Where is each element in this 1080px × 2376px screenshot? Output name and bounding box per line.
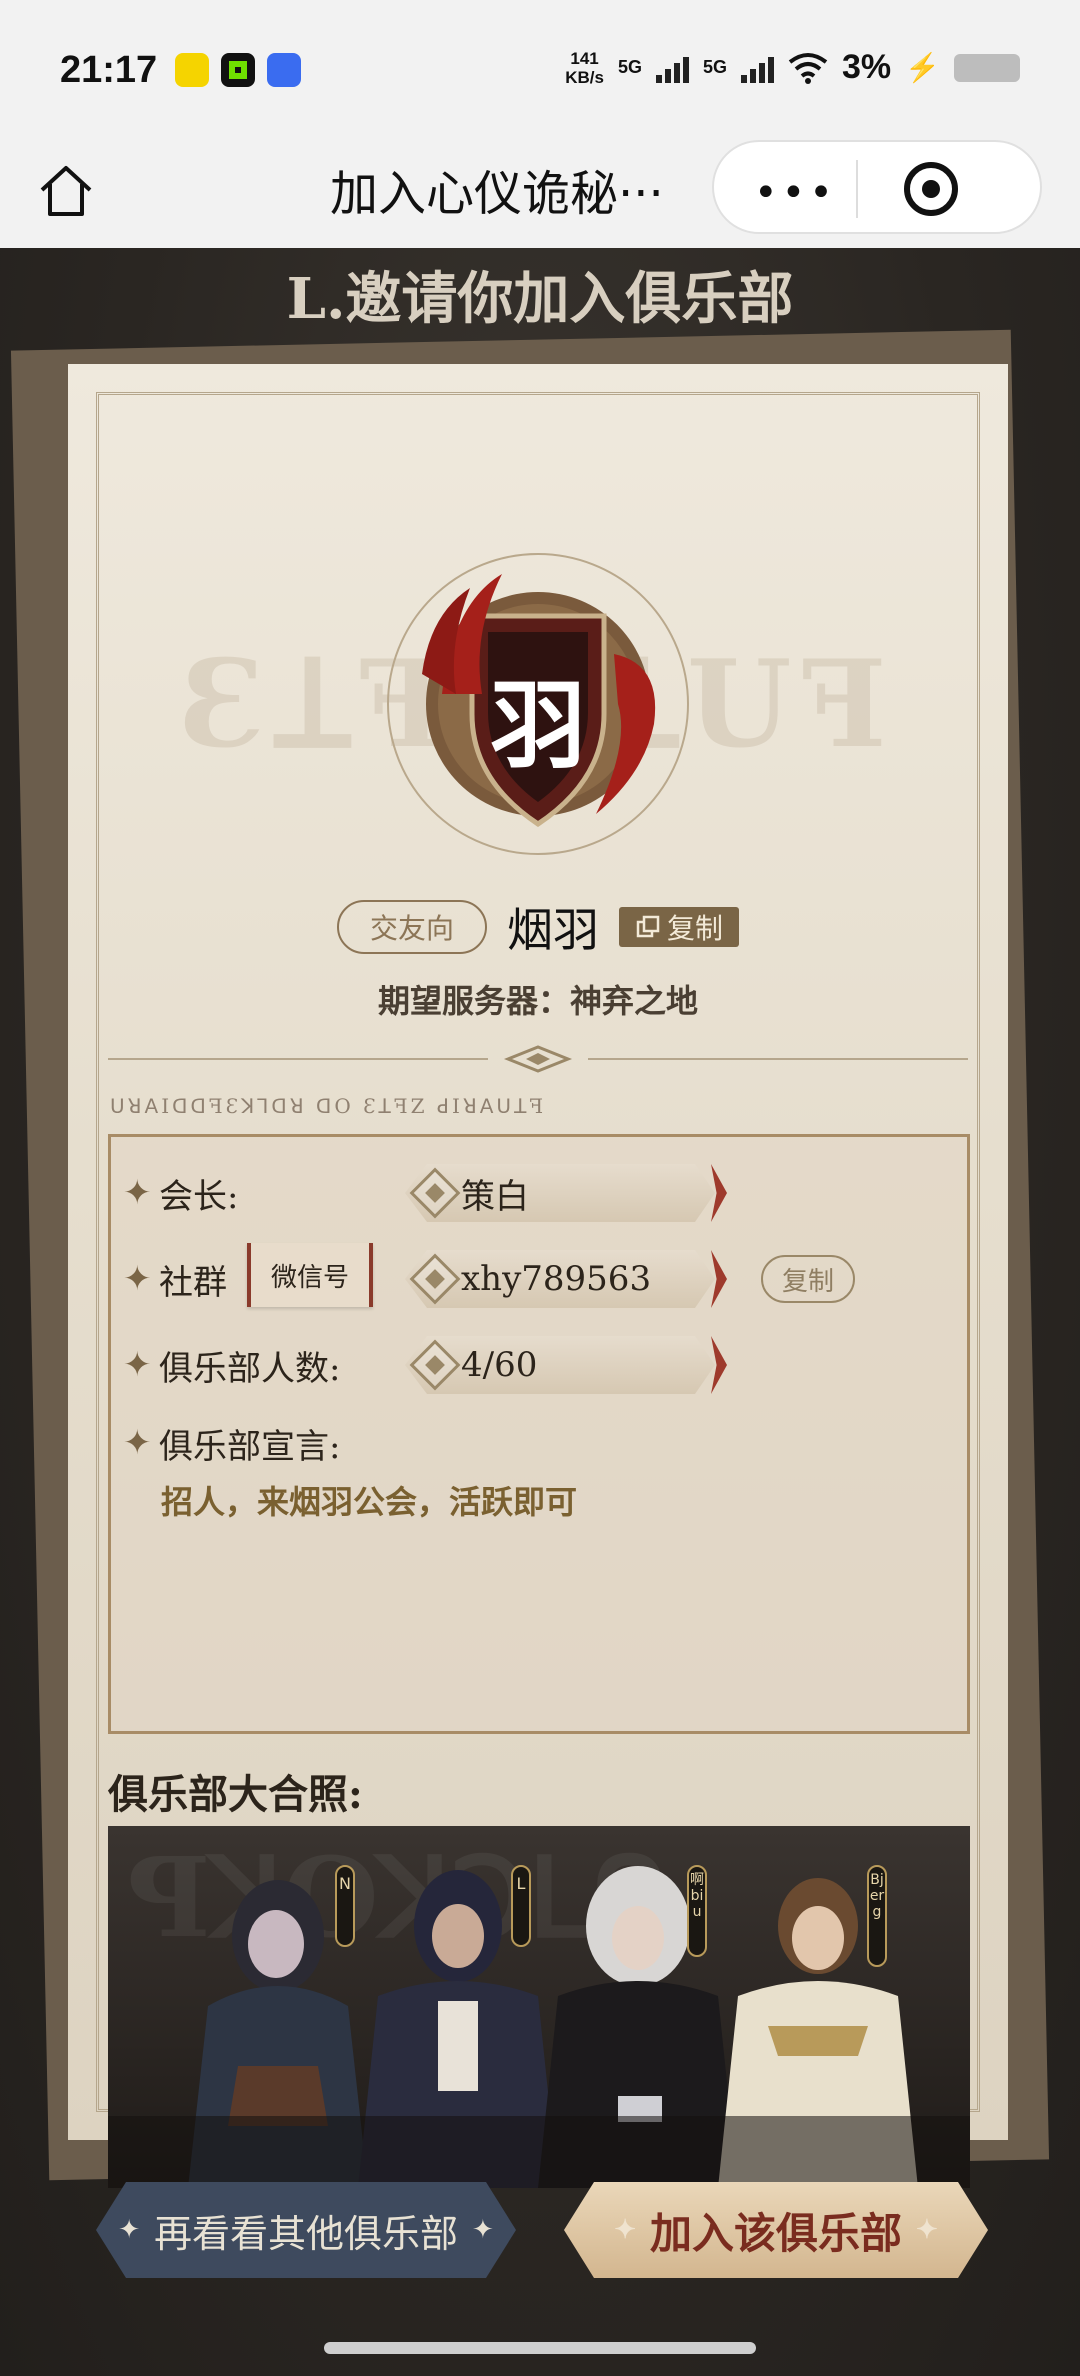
join-club-label: 加入该俱乐部 [649,2208,902,2258]
leader-row: ✦ 会长: 策白 [111,1163,967,1223]
other-clubs-label: 再看看其他俱乐部 [153,2211,458,2256]
capsule-menu: ••• [712,140,1042,234]
wechat-tag: 微信号 [247,1243,373,1307]
invite-card: ƐꓕꟻZ ꓕUꟻ 羽 交友向 烟羽 复制 期望服务器：神弃之地 ᑌꓤꓮIꓷᗡꟻƐ… [68,364,1008,2188]
status-time: 21:17 [60,48,158,91]
more-icon[interactable]: ••• [754,170,837,216]
declaration-row: ✦ 俱乐部宣言: [111,1413,967,1473]
group-photo: ꟼꓘOꓘꓛꓡꓵ N L 啊biu Bjerg [108,1826,970,2188]
sparkle-icon: ✦ [614,2215,636,2245]
nav-title: 加入心仪诡秘··· [330,166,664,222]
photo-name-tag: N [339,1874,351,1893]
club-name: 烟羽 [506,903,599,957]
net-speed-unit: KB/s [565,67,604,87]
declaration-label: 俱乐部宣言: [159,1426,341,1467]
sparkle-icon: ✦ [118,2215,140,2245]
members-label: 俱乐部人数: [159,1348,341,1389]
copy-icon [636,915,660,938]
club-name-row: 交友向 烟羽 复制 [68,894,1008,960]
sparkle-icon: ✦ [916,2215,938,2245]
community-label: 社群 [159,1262,227,1303]
join-club-button[interactable]: ✦ 加入该俱乐部 ✦ [564,2182,988,2278]
photo-name-tag: L [516,1874,526,1893]
other-clubs-button[interactable]: ✦ 再看看其他俱乐部 ✦ [96,2182,516,2278]
battery-icon [954,53,1020,82]
wifi-icon [788,52,828,84]
leader-label: 会长: [159,1176,239,1217]
notification-icons [175,53,302,87]
app-notification-icon [267,53,302,87]
ornament-divider [108,1045,968,1073]
members-row: ✦ 俱乐部人数: 4/60 [111,1335,967,1395]
home-icon[interactable] [34,160,98,224]
club-emblem: 羽 [382,544,694,856]
page-heading: L.邀请你加入俱乐部 [286,266,794,332]
sparkle-icon: ✦ [472,2215,494,2245]
star-bullet-icon: ✦ [123,1259,152,1299]
star-bullet-icon: ✦ [123,1345,152,1385]
club-type-tag: 交友向 [336,900,487,954]
net-speed-value: 141 [570,48,599,68]
community-row: ✦ 社群 微信号 xhy789563 复制 [111,1243,967,1309]
status-indicators: 141 KB/s 5G 5G 3% ⚡ [565,48,1020,87]
close-miniprogram-icon[interactable] [904,162,958,216]
copy-club-name-button[interactable]: 复制 [618,907,739,947]
server-label: 期望服务器： [377,982,570,1020]
photo-name-tag: Bjerg [869,1872,885,1920]
star-bullet-icon: ✦ [123,1423,152,1463]
copy-label: 复制 [666,912,723,945]
signal-icon [740,53,774,83]
declaration-text: 招人，来烟羽公会，活跃即可 [161,1483,578,1521]
signal-label: 5G [702,57,727,77]
star-bullet-icon: ✦ [123,1173,152,1213]
page-content: L.邀请你加入俱乐部 ƐꓕꟻZ ꓕUꟻ 羽 交友向 烟羽 复制 期望服务器：神弃… [0,248,1080,2376]
copy-wechat-button[interactable]: 复制 [761,1255,855,1303]
server-value: 神弃之地 [570,982,699,1020]
status-bar: 21:17 141 KB/s 5G 5G 3% ⚡ [0,0,1080,140]
club-info-box: ✦ 会长: 策白 ✦ 社群 微信号 xhy789563 复制 ✦ 俱乐部人数: … [108,1134,970,1734]
emblem-character: 羽 [490,669,586,782]
net-speed: 141 KB/s [565,49,604,87]
app-notification-icon [175,53,210,87]
battery-percent: 3% [841,48,892,86]
home-indicator[interactable] [324,2342,756,2354]
expected-server: 期望服务器：神弃之地 [68,976,1008,1022]
photo-name-tag: 啊biu [690,1872,704,1920]
mini-program-nav-bar: 加入心仪诡秘··· ••• [0,140,1080,248]
decorative-runes: ᑌꓤꓮIꓷᗡꟻƐꓘꓶꓷꓤ ꓷO ƐꓕꟻZ ꓒIꓤꓮꓴꓕꟻ [110,1094,547,1118]
group-photo-title: 俱乐部大合照: [108,1771,363,1818]
charging-icon: ⚡ [905,52,940,83]
group-photo-image: ꟼꓘOꓘꓛꓡꓵ [108,1833,970,2188]
signal-icon [655,53,689,83]
app-notification-icon [221,53,256,87]
capsule-divider [856,160,858,218]
signal-label: 5G [617,57,642,77]
